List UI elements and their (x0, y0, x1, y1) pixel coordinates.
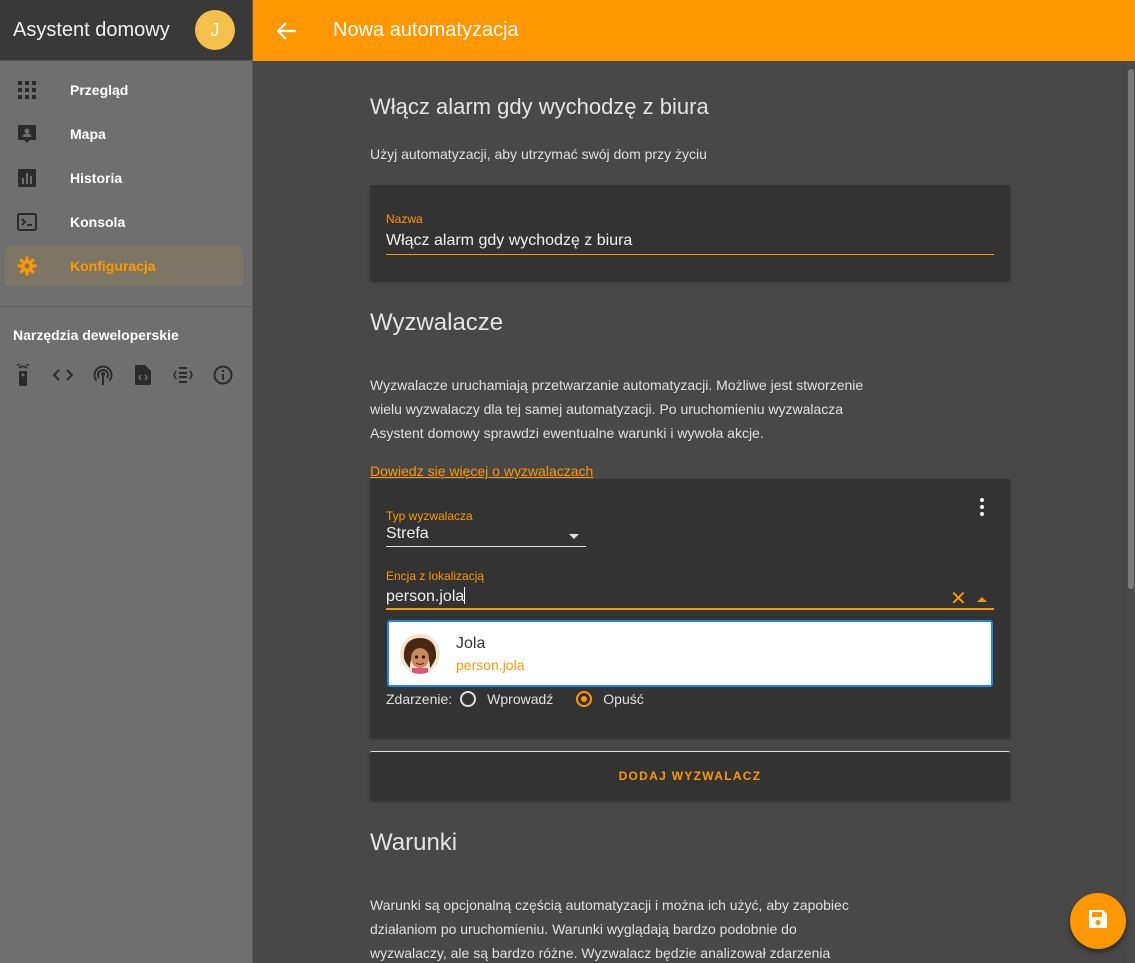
triggers-heading: Wyzwalacze (370, 309, 504, 336)
grid-icon (7, 81, 47, 99)
radio-enter[interactable] (460, 691, 477, 707)
entity-input[interactable]: person.jola (386, 587, 466, 606)
info-icon[interactable] (213, 365, 233, 385)
sidebar-item-mapa[interactable]: Mapa (5, 114, 243, 154)
trigger-type-value: Strefa (386, 525, 429, 542)
name-card: Nazwa Włącz alarm gdy wychodzę z biura (370, 185, 1010, 280)
sidebar-header: Asystent domowy J (0, 0, 252, 61)
suggestion-text: Jola person.jola (456, 635, 525, 673)
radio-enter-label[interactable]: Wprowadź (487, 691, 553, 707)
sidebar-item-label: Mapa (70, 126, 106, 142)
conditions-description: Warunki są opcjonalną częścią automatyza… (370, 893, 870, 963)
radio-leave-label[interactable]: Opuść (603, 691, 643, 707)
suggestion-entity: person.jola (456, 656, 525, 673)
entity-input-value: person.jola (386, 588, 465, 605)
map-person-icon (7, 124, 47, 144)
sidebar-item-konsola[interactable]: Konsola (5, 202, 243, 242)
template-icon[interactable] (173, 365, 193, 385)
name-field-label: Nazwa (386, 212, 423, 226)
antenna-icon[interactable] (93, 365, 113, 385)
trigger-type-underline (386, 546, 586, 547)
remote-icon[interactable] (13, 364, 33, 386)
console-icon (7, 213, 47, 231)
name-field[interactable]: Włącz alarm gdy wychodzę z biura (386, 232, 632, 250)
conditions-heading: Warunki (370, 829, 458, 856)
user-avatar[interactable]: J (195, 10, 235, 50)
scrollbar[interactable] (1127, 61, 1135, 963)
scrollbar-thumb[interactable] (1128, 69, 1134, 589)
triggers-description-line: wielu wyzwalaczy dla tej samej automatyz… (370, 401, 844, 417)
code-icon[interactable] (53, 365, 73, 385)
trigger-card: Typ wyzwalacza Strefa Encja z lokalizacj… (370, 479, 1010, 737)
text-cursor (464, 587, 466, 604)
person-avatar (400, 633, 440, 674)
gear-icon (7, 256, 47, 276)
dropdown-collapse-icon[interactable] (977, 597, 987, 602)
page-title: Nowa automatyzacja (333, 19, 519, 41)
chart-icon (7, 169, 47, 187)
back-arrow-icon[interactable] (277, 19, 301, 43)
app-title: Asystent domowy (13, 18, 170, 41)
triggers-description-line: Asystent domowy sprawdzi ewentualne waru… (370, 425, 764, 441)
file-code-icon[interactable] (133, 365, 153, 385)
sidebar-item-historia[interactable]: Historia (5, 158, 243, 198)
triggers-description-line: Wyzwalacze uruchamiają przetwarzanie aut… (370, 377, 864, 393)
save-icon (1089, 909, 1107, 933)
trigger-type-label: Typ wyzwalacza (386, 509, 473, 523)
sidebar-item-label: Przegląd (70, 82, 129, 98)
event-radio-group: Zdarzenie: Wprowadź Opuść (386, 691, 659, 707)
main-content: Włącz alarm gdy wychodzę z biura Użyj au… (253, 61, 1127, 963)
entity-field-underline (386, 608, 994, 610)
sidebar: Asystent domowy J Przegląd Mapa Historia (0, 0, 253, 963)
conditions-description-line: działaniom po uruchomieniu. Warunki wygl… (370, 921, 797, 937)
sidebar-item-label: Konsola (70, 214, 126, 230)
clear-icon[interactable]: ✕ (950, 589, 967, 609)
top-app-bar: Nowa automatyzacja (253, 0, 1135, 61)
radio-leave[interactable] (576, 691, 593, 707)
dropdown-arrow-icon (569, 534, 579, 539)
conditions-description-line: Warunki są opcjonalną częścią automatyza… (370, 897, 849, 913)
add-trigger-card: DODAJ WYZWALACZ (370, 751, 1010, 799)
dev-tools-row (0, 343, 252, 386)
sidebar-item-label: Historia (70, 170, 123, 186)
event-label: Zdarzenie: (386, 691, 453, 707)
suggestion-name: Jola (456, 634, 486, 652)
sidebar-item-konfiguracja[interactable]: Konfiguracja (5, 246, 243, 286)
save-fab-button[interactable] (1070, 893, 1126, 949)
triggers-description: Wyzwalacze uruchamiają przetwarzanie aut… (370, 373, 870, 445)
automation-heading: Włącz alarm gdy wychodzę z biura (370, 94, 709, 119)
sidebar-item-przeglad[interactable]: Przegląd (5, 70, 243, 110)
conditions-description-line: wyzwalaczy, ale są bardzo różne. Wyzwala… (370, 945, 831, 961)
sidebar-nav: Przegląd Mapa Historia Konsola Konfigura… (0, 61, 252, 286)
automation-subheading: Użyj automatyzacji, aby utrzymać swój do… (370, 146, 707, 162)
trigger-type-select[interactable]: Typ wyzwalacza Strefa (386, 509, 586, 547)
sidebar-item-label: Konfiguracja (70, 258, 156, 274)
more-vert-icon[interactable] (974, 497, 990, 517)
entity-field-label: Encja z lokalizacją (386, 569, 485, 583)
learn-more-link[interactable]: Dowiedz się więcej o wyzwalaczach (370, 463, 593, 479)
dev-tools-heading: Narzędzia deweloperskie (13, 327, 179, 343)
name-field-underline (386, 254, 994, 255)
entity-suggestion-item[interactable]: Jola person.jola (387, 620, 993, 687)
add-trigger-button[interactable]: DODAJ WYZWALACZ (619, 769, 762, 783)
